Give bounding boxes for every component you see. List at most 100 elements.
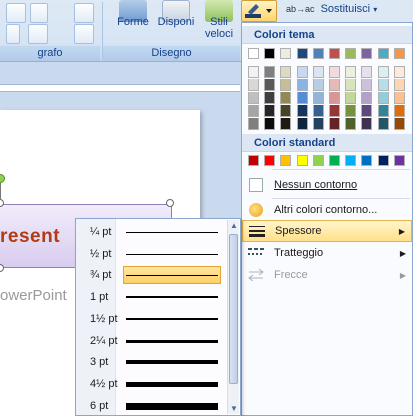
color-swatch[interactable] — [377, 92, 389, 104]
color-swatch[interactable] — [248, 66, 259, 78]
color-swatch[interactable] — [377, 155, 389, 166]
color-swatch[interactable] — [377, 118, 389, 130]
color-swatch[interactable] — [248, 105, 259, 117]
color-swatch[interactable] — [280, 92, 292, 104]
color-swatch[interactable] — [296, 105, 308, 117]
weight-option[interactable]: 1 pt — [76, 286, 228, 308]
color-swatch[interactable] — [312, 66, 324, 78]
weight-item[interactable]: Spessore ▶ — [242, 220, 412, 242]
color-swatch[interactable] — [312, 79, 324, 91]
color-swatch[interactable] — [393, 155, 405, 166]
weight-option[interactable]: 2¼ pt — [76, 330, 228, 352]
quick-styles-button[interactable]: Stili veloci — [200, 0, 238, 40]
color-swatch[interactable] — [312, 92, 324, 104]
color-swatch[interactable] — [264, 48, 276, 59]
color-swatch[interactable] — [361, 118, 373, 130]
weight-option[interactable]: 3 pt — [76, 351, 228, 373]
color-swatch[interactable] — [345, 105, 357, 117]
color-swatch[interactable] — [296, 155, 308, 166]
color-swatch[interactable] — [264, 105, 276, 117]
color-swatch[interactable] — [345, 79, 357, 91]
color-swatch[interactable] — [264, 118, 276, 130]
color-swatch[interactable] — [329, 155, 340, 166]
color-swatch[interactable] — [312, 118, 324, 130]
text-direction-button[interactable] — [74, 3, 94, 23]
color-swatch[interactable] — [393, 105, 405, 117]
weight-option[interactable]: 1½ pt — [76, 308, 228, 330]
arrange-button[interactable]: Disponi — [154, 0, 198, 28]
color-swatch[interactable] — [296, 118, 308, 130]
color-swatch[interactable] — [377, 48, 389, 59]
arrows-item[interactable]: Frecce ▶ — [242, 264, 412, 286]
color-swatch[interactable] — [377, 105, 389, 117]
color-swatch[interactable] — [312, 48, 324, 59]
color-swatch[interactable] — [393, 48, 405, 59]
color-swatch[interactable] — [280, 66, 292, 78]
color-swatch[interactable] — [329, 66, 340, 78]
color-swatch[interactable] — [264, 155, 276, 166]
scroll-up-icon[interactable]: ▲ — [230, 221, 238, 230]
color-swatch[interactable] — [329, 48, 340, 59]
align-left-button[interactable] — [6, 24, 20, 44]
color-swatch[interactable] — [312, 155, 324, 166]
color-swatch[interactable] — [345, 48, 357, 59]
color-swatch[interactable] — [377, 79, 389, 91]
color-swatch[interactable] — [393, 66, 405, 78]
color-swatch[interactable] — [248, 48, 259, 59]
color-swatch[interactable] — [280, 105, 292, 117]
color-swatch[interactable] — [296, 48, 308, 59]
shape-outline-button[interactable] — [241, 0, 277, 22]
shapes-button[interactable]: Forme — [114, 0, 152, 28]
scroll-down-icon[interactable]: ▼ — [230, 404, 238, 413]
color-swatch[interactable] — [377, 66, 389, 78]
color-swatch[interactable] — [264, 66, 276, 78]
color-swatch[interactable] — [393, 118, 405, 130]
replace-button[interactable]: ab→ac Sostituisci ▾ — [286, 3, 377, 15]
color-swatch[interactable] — [312, 105, 324, 117]
weight-option[interactable]: 6 pt — [76, 395, 228, 416]
color-swatch[interactable] — [280, 79, 292, 91]
color-swatch[interactable] — [393, 79, 405, 91]
columns-button[interactable] — [30, 3, 48, 23]
color-swatch[interactable] — [280, 118, 292, 130]
color-swatch[interactable] — [248, 155, 259, 166]
color-swatch[interactable] — [280, 48, 292, 59]
color-swatch[interactable] — [264, 79, 276, 91]
color-swatch[interactable] — [361, 155, 373, 166]
scrollbar-thumb[interactable] — [229, 234, 238, 384]
weight-option[interactable]: 4½ pt — [76, 373, 228, 395]
color-swatch[interactable] — [345, 92, 357, 104]
color-swatch[interactable] — [296, 92, 308, 104]
weight-option[interactable]: ¼ pt — [76, 221, 228, 243]
no-outline-item[interactable]: Nessun contorno — [242, 174, 412, 196]
color-swatch[interactable] — [361, 48, 373, 59]
align-dropdown-button[interactable] — [28, 24, 48, 44]
color-swatch[interactable] — [329, 79, 340, 91]
color-swatch[interactable] — [329, 105, 340, 117]
color-swatch[interactable] — [361, 105, 373, 117]
color-swatch[interactable] — [393, 92, 405, 104]
smartart-button[interactable] — [74, 24, 94, 44]
dashes-item[interactable]: Tratteggio ▶ — [242, 242, 412, 264]
color-swatch[interactable] — [248, 79, 259, 91]
color-swatch[interactable] — [345, 118, 357, 130]
color-swatch[interactable] — [296, 79, 308, 91]
color-swatch[interactable] — [345, 155, 357, 166]
weight-option[interactable]: ½ pt — [76, 243, 228, 265]
color-swatch[interactable] — [248, 92, 259, 104]
color-swatch[interactable] — [248, 118, 259, 130]
color-swatch[interactable] — [329, 92, 340, 104]
color-swatch[interactable] — [329, 118, 340, 130]
align-button[interactable] — [6, 3, 26, 23]
resize-handle[interactable] — [166, 199, 174, 207]
color-swatch[interactable] — [296, 66, 308, 78]
weight-option[interactable]: ¾ pt — [76, 264, 228, 286]
color-swatch[interactable] — [280, 155, 292, 166]
scrollbar[interactable]: ▲ ▼ — [227, 220, 239, 414]
color-swatch[interactable] — [361, 66, 373, 78]
color-swatch[interactable] — [264, 92, 276, 104]
color-swatch[interactable] — [361, 92, 373, 104]
color-swatch[interactable] — [361, 79, 373, 91]
more-outline-colors-item[interactable]: Altri colori contorno... — [242, 199, 412, 221]
color-swatch[interactable] — [345, 66, 357, 78]
